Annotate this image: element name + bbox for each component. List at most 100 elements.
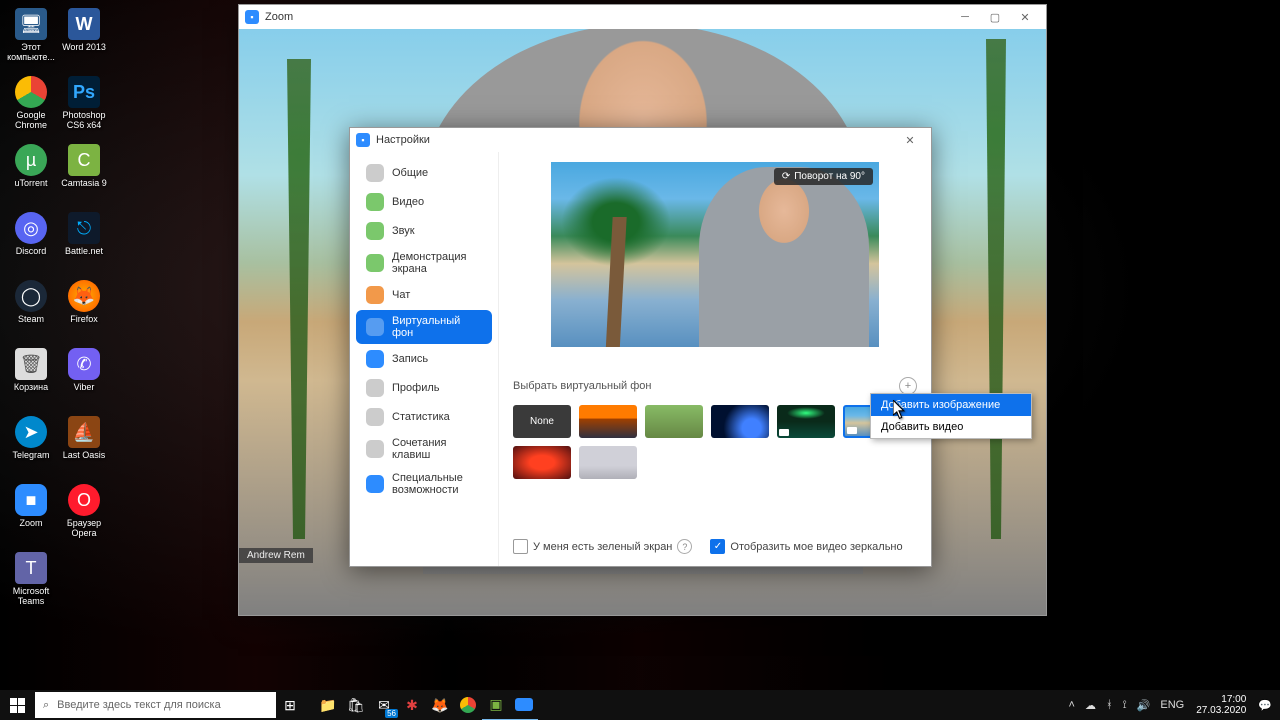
shr-nav-icon [366, 254, 384, 272]
chat-nav-icon [366, 286, 384, 304]
zoom-titlebar[interactable]: ▪ Zoom ─ ▢ ✕ [239, 5, 1046, 29]
pc-icon: 🖥 [15, 8, 47, 40]
desktop-icon-tg[interactable]: ➤Telegram [6, 416, 56, 476]
gen-nav-icon [366, 164, 384, 182]
nav-chat[interactable]: Чат [356, 281, 492, 309]
desktop-icon-zoom[interactable]: ■Zoom [6, 484, 56, 544]
thumb-golden-gate[interactable] [579, 405, 637, 438]
desktop-icon-ff[interactable]: 🦊Firefox [59, 280, 109, 340]
desktop-icon-ps[interactable]: PsPhotoshop CS6 x64 [59, 76, 109, 136]
video-icon [779, 429, 789, 436]
rotate-90-button[interactable]: ⟳ Поворот на 90° [774, 168, 873, 185]
nav-aud[interactable]: Звук [356, 217, 492, 245]
thumb-none[interactable]: None [513, 405, 571, 438]
taskbar-zoom[interactable] [510, 689, 538, 720]
choose-vb-label: Выбрать виртуальный фон [513, 380, 651, 392]
desktop-icon-cam[interactable]: CCamtasia 9 [59, 144, 109, 204]
desktop-icon-steam[interactable]: ◯Steam [6, 280, 56, 340]
minimize-button[interactable]: ─ [950, 5, 980, 29]
nav-rec[interactable]: Запись [356, 345, 492, 373]
tray-notifications-icon[interactable]: 💬 [1254, 699, 1276, 712]
checkbox-checked-icon: ✓ [710, 539, 725, 554]
help-icon[interactable]: ? [677, 539, 692, 554]
tray-language[interactable]: ENG [1156, 699, 1188, 711]
tray-onedrive-icon[interactable]: ☁ [1081, 699, 1100, 712]
tray-network-icon[interactable]: ⟟ [1119, 699, 1131, 712]
settings-close-button[interactable]: ✕ [895, 128, 925, 152]
taskbar-app-red[interactable]: ✱ [398, 690, 426, 720]
settings-content: ⟳ Поворот на 90° Выбрать виртуальный фон… [499, 152, 931, 566]
ut-icon: µ [15, 144, 47, 176]
tray-bluetooth-icon[interactable]: ᚼ [1102, 699, 1117, 711]
tg-icon: ➤ [15, 416, 47, 448]
tray-volume-icon[interactable]: 🔊 [1133, 699, 1155, 712]
chrome-icon [15, 76, 47, 108]
maximize-button[interactable]: ▢ [980, 5, 1010, 29]
keys-nav-icon [366, 440, 384, 458]
green-screen-checkbox[interactable]: У меня есть зеленый экран ? [513, 539, 692, 554]
taskbar-search[interactable]: ⌕ Введите здесь текст для поиска [35, 692, 276, 718]
taskbar-chrome[interactable] [454, 690, 482, 720]
desktop-icon-lo[interactable]: ⛵Last Oasis [59, 416, 109, 476]
thumb-aurora[interactable] [777, 405, 835, 438]
taskbar-store[interactable]: 🛍 [342, 690, 370, 720]
disc-icon: ◎ [15, 212, 47, 244]
desktop-icon-disc[interactable]: ◎Discord [6, 212, 56, 272]
video-icon [847, 427, 857, 434]
tray-chevron-up-icon[interactable]: ˄ [1065, 699, 1079, 711]
taskbar-camtasia[interactable]: ▣ [482, 689, 510, 720]
taskbar-file-explorer[interactable]: 📁 [314, 690, 342, 720]
prof-nav-icon [366, 379, 384, 397]
mouse-cursor [893, 400, 906, 418]
search-icon: ⌕ [43, 699, 49, 712]
trash-icon: 🗑 [15, 348, 47, 380]
thumb-earth-space[interactable] [711, 405, 769, 438]
desktop-icon-bnet[interactable]: ⎋Battle.net [59, 212, 109, 272]
mirror-video-checkbox[interactable]: ✓ Отобразить мое видео зеркально [710, 539, 902, 554]
word-icon: W [68, 8, 100, 40]
desktop-icon-viber[interactable]: ✆Viber [59, 348, 109, 408]
taskbar-firefox[interactable]: 🦊 [426, 690, 454, 720]
settings-nav: ОбщиеВидеоЗвукДемонстрация экранаЧатВирт… [350, 152, 499, 566]
nav-stat[interactable]: Статистика [356, 403, 492, 431]
virtual-bg-preview: ⟳ Поворот на 90° [551, 162, 879, 347]
viber-icon: ✆ [68, 348, 100, 380]
vb-nav-icon [366, 318, 384, 336]
desktop-icon-teams[interactable]: TMicrosoft Teams [6, 552, 56, 612]
stat-nav-icon [366, 408, 384, 426]
background-thumbs: None [513, 405, 917, 479]
nav-shr[interactable]: Демонстрация экрана [356, 246, 492, 280]
desktop-icon-opera[interactable]: OБраузер Opera [59, 484, 109, 544]
nav-prof[interactable]: Профиль [356, 374, 492, 402]
nav-acc[interactable]: Специальные возможности [356, 467, 492, 501]
vid-nav-icon [366, 193, 384, 211]
aud-nav-icon [366, 222, 384, 240]
tray-clock[interactable]: 17:00 27.03.2020 [1190, 694, 1252, 716]
close-button[interactable]: ✕ [1010, 5, 1040, 29]
desktop-icon-word[interactable]: WWord 2013 [59, 8, 109, 68]
zoom-app-icon: ▪ [245, 10, 259, 24]
desktop-icon-ut[interactable]: µuTorrent [6, 144, 56, 204]
nav-vb[interactable]: Виртуальный фон [356, 310, 492, 344]
task-view-button[interactable]: ⊞ [276, 690, 304, 720]
taskbar: ⌕ Введите здесь текст для поиска ⊞ 📁 🛍 ✉… [0, 690, 1280, 720]
settings-window-title: Настройки [376, 134, 430, 146]
thumb-city-street[interactable] [579, 446, 637, 479]
lo-icon: ⛵ [68, 416, 100, 448]
thumb-dragon[interactable] [513, 446, 571, 479]
desktop-icon-pc[interactable]: 🖥Этот компьюте... [6, 8, 56, 68]
settings-window: ▪ Настройки ✕ ОбщиеВидеоЗвукДемонстрация… [349, 127, 932, 567]
bnet-icon: ⎋ [68, 212, 100, 244]
rotate-icon: ⟳ [782, 171, 790, 182]
acc-nav-icon [366, 475, 384, 493]
desktop-icon-trash[interactable]: 🗑Корзина [6, 348, 56, 408]
nav-keys[interactable]: Сочетания клавиш [356, 432, 492, 466]
desktop-icon-chrome[interactable]: Google Chrome [6, 76, 56, 136]
nav-gen[interactable]: Общие [356, 159, 492, 187]
ff-icon: 🦊 [68, 280, 100, 312]
taskbar-mail[interactable]: ✉56 [370, 690, 398, 720]
thumb-grass[interactable] [645, 405, 703, 438]
nav-vid[interactable]: Видео [356, 188, 492, 216]
settings-titlebar[interactable]: ▪ Настройки ✕ [350, 128, 931, 152]
start-button[interactable] [0, 690, 34, 720]
